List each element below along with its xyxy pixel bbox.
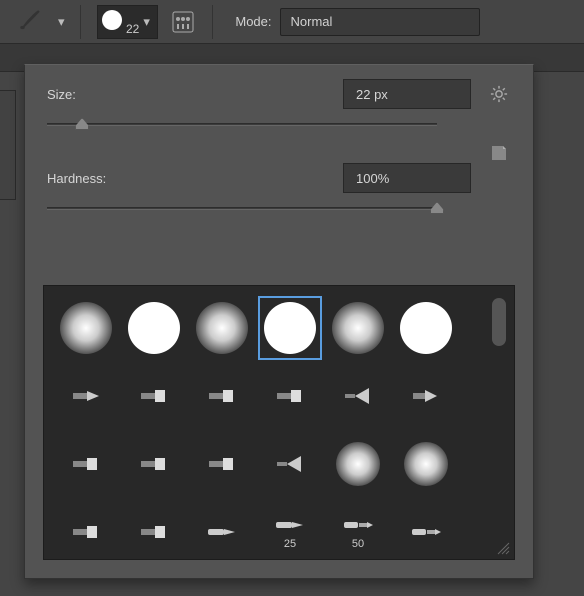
soft-round-icon [60, 302, 112, 354]
brush-presets-list: 25 50 [43, 285, 515, 560]
new-preset-icon[interactable] [487, 141, 511, 165]
brush-preset-item[interactable] [54, 432, 118, 496]
brush-tip-icon [409, 385, 443, 407]
divider [80, 5, 81, 39]
size-slider[interactable] [47, 117, 437, 131]
brush-preset-item[interactable] [190, 296, 254, 360]
soft-round-icon [196, 302, 248, 354]
brush-preset-item[interactable] [54, 500, 118, 564]
soft-round-icon [336, 442, 380, 486]
brush-preset-item[interactable] [394, 432, 458, 496]
brush-thumbnail [102, 10, 122, 30]
brush-preset-picker[interactable]: 22 ▾ [97, 5, 158, 39]
brush-preset-panel: Size: 22 px Hardness: 100% 25 50 [24, 64, 534, 579]
brush-tip-icon [69, 453, 103, 475]
brush-preset-item[interactable] [122, 296, 186, 360]
brush-tip-icon [273, 453, 307, 475]
brush-tip-icon [341, 385, 375, 407]
gear-icon[interactable] [487, 82, 511, 106]
brush-preset-item[interactable] [54, 364, 118, 428]
brush-tip-icon [273, 514, 307, 536]
brush-tip-icon [69, 385, 103, 407]
brush-tip-icon [341, 514, 375, 536]
brush-preset-item[interactable] [190, 364, 254, 428]
brush-tip-icon [205, 453, 239, 475]
size-value: 22 px [356, 87, 388, 102]
brush-preset-item[interactable] [326, 432, 390, 496]
divider [212, 5, 213, 39]
slider-thumb[interactable] [430, 202, 444, 214]
brush-preset-item[interactable] [258, 432, 322, 496]
mode-label: Mode: [235, 14, 271, 29]
hard-round-icon [400, 302, 452, 354]
scrollbar-thumb[interactable] [492, 298, 506, 346]
brush-tip-icon [409, 521, 443, 543]
brush-preset-item[interactable] [258, 296, 322, 360]
brush-preset-item[interactable] [394, 296, 458, 360]
size-label: Size: [47, 87, 137, 102]
brush-preset-item[interactable] [54, 296, 118, 360]
brush-tip-icon [137, 521, 171, 543]
brush-tip-icon [273, 385, 307, 407]
brush-preset-item[interactable] [326, 296, 390, 360]
brush-preset-item[interactable] [394, 364, 458, 428]
brush-preset-item[interactable] [122, 432, 186, 496]
options-toolbar: ▾ 22 ▾ Mode: Normal [0, 0, 584, 44]
mode-value: Normal [291, 14, 333, 29]
hard-round-icon [128, 302, 180, 354]
brush-preset-item[interactable] [394, 500, 458, 564]
size-input[interactable]: 22 px [343, 79, 471, 109]
preset-size-label: 25 [284, 538, 296, 550]
collapsed-panel[interactable] [0, 90, 16, 200]
brush-tip-icon [69, 521, 103, 543]
brush-tip-icon [205, 521, 239, 543]
brush-preset-item[interactable]: 25 [258, 500, 322, 564]
soft-round-icon [332, 302, 384, 354]
brush-dropdown-caret[interactable]: ▾ [58, 14, 68, 30]
brush-tip-icon [137, 453, 171, 475]
preset-size-label: 50 [352, 538, 364, 550]
hardness-slider[interactable] [47, 201, 437, 215]
soft-round-icon [404, 442, 448, 486]
slider-thumb[interactable] [75, 118, 89, 130]
hard-round-icon [264, 302, 316, 354]
hardness-input[interactable]: 100% [343, 163, 471, 193]
chevron-down-icon: ▾ [143, 14, 153, 30]
brush-preset-item[interactable] [122, 500, 186, 564]
brush-panel-toggle-icon[interactable] [166, 7, 200, 37]
brush-preset-item[interactable]: 50 [326, 500, 390, 564]
brush-preset-item[interactable] [190, 432, 254, 496]
brush-size-number: 22 [126, 22, 139, 36]
brush-tip-icon [137, 385, 171, 407]
mode-dropdown[interactable]: Normal [280, 8, 480, 36]
brush-preset-item[interactable] [190, 500, 254, 564]
brush-tip-icon [205, 385, 239, 407]
brush-preset-item[interactable] [122, 364, 186, 428]
hardness-label: Hardness: [47, 171, 137, 186]
slider-track [47, 207, 437, 210]
resize-grip-icon[interactable] [494, 539, 510, 555]
brush-tool-icon[interactable] [10, 8, 50, 35]
hardness-value: 100% [356, 171, 389, 186]
brush-preset-item[interactable] [258, 364, 322, 428]
brush-preset-item[interactable] [326, 364, 390, 428]
slider-track [47, 123, 437, 126]
